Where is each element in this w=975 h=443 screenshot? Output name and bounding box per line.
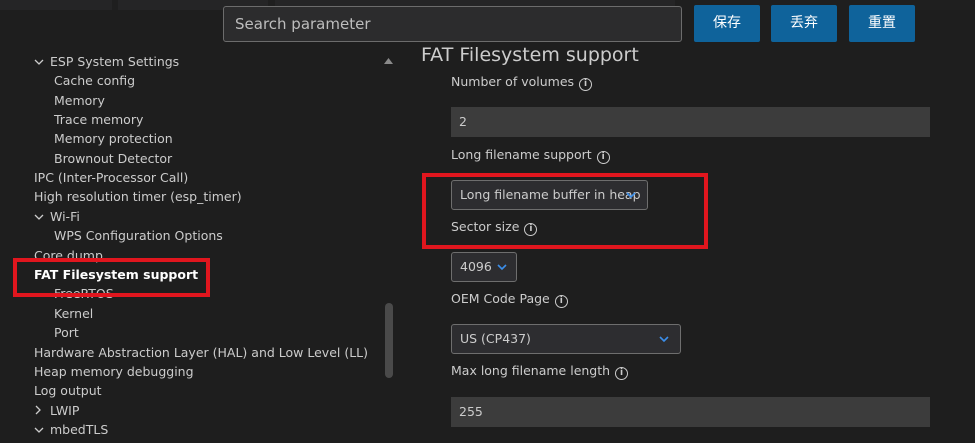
tree-item-label: Log output bbox=[34, 383, 102, 398]
chevron-down-icon bbox=[659, 336, 669, 343]
tree-item-ipc[interactable]: IPC (Inter-Processor Call) bbox=[34, 168, 188, 187]
tree-item-memory-protection[interactable]: Memory protection bbox=[54, 129, 173, 148]
info-icon[interactable]: i bbox=[554, 295, 568, 308]
tree-item-label: Memory bbox=[54, 93, 105, 108]
select-value: US (CP437) bbox=[460, 331, 531, 346]
tree-item-kernel[interactable]: Kernel bbox=[54, 304, 93, 323]
tree-item-label: FAT Filesystem support bbox=[34, 267, 199, 282]
tree-item-memory[interactable]: Memory bbox=[54, 91, 105, 110]
tree-item-esp-system-settings[interactable]: ESP System Settings bbox=[34, 52, 179, 71]
tree-item-label: Cache config bbox=[54, 73, 136, 88]
chevron-down-icon bbox=[497, 264, 507, 271]
select-value: 4096 bbox=[460, 259, 492, 274]
number-of-volumes-label: Number of volumes i bbox=[451, 73, 593, 91]
info-icon[interactable]: i bbox=[579, 78, 593, 91]
chevron-down-icon[interactable] bbox=[34, 421, 50, 440]
reset-button[interactable]: 重置 bbox=[849, 5, 915, 42]
number-of-volumes-input[interactable]: 2 bbox=[451, 107, 930, 137]
top-strip-segment bbox=[0, 0, 112, 10]
tree-item-label: LWIP bbox=[50, 403, 80, 418]
tree-item-label: Heap memory debugging bbox=[34, 364, 194, 379]
tree-item-label: High resolution timer (esp_timer) bbox=[34, 189, 242, 204]
tree-item-wifi[interactable]: Wi-Fi bbox=[34, 207, 80, 226]
tree-item-brownout-detector[interactable]: Brownout Detector bbox=[54, 149, 172, 168]
tree-item-label: Kernel bbox=[54, 306, 94, 321]
oem-code-page-label: OEM Code Page i bbox=[451, 290, 568, 308]
info-icon[interactable]: i bbox=[615, 367, 629, 380]
tree-item-label: Brownout Detector bbox=[54, 151, 173, 166]
sector-size-select[interactable]: 4096 bbox=[451, 252, 517, 282]
tree-scrollbar-thumb[interactable] bbox=[385, 303, 393, 378]
tree-item-label: ESP System Settings bbox=[50, 54, 180, 69]
tree-item-lwip[interactable]: LWIP bbox=[34, 401, 79, 420]
search-input[interactable] bbox=[223, 6, 682, 42]
tree-item-freertos[interactable]: FreeRTOS bbox=[54, 284, 114, 303]
tree-item-label: Core dump bbox=[34, 248, 103, 263]
discard-button[interactable]: 丢弃 bbox=[771, 5, 837, 42]
tree-item-wps-configuration-options[interactable]: WPS Configuration Options bbox=[54, 226, 223, 245]
tree-item-label: Hardware Abstraction Layer (HAL) and Low… bbox=[34, 345, 369, 360]
tree-item-core-dump[interactable]: Core dump bbox=[34, 246, 103, 265]
tree-item-label: IPC (Inter-Processor Call) bbox=[34, 170, 189, 185]
chevron-down-icon[interactable] bbox=[34, 53, 50, 72]
tree-item-label: Port bbox=[54, 325, 79, 340]
tree-item-label: Wi-Fi bbox=[50, 209, 80, 224]
chevron-down-icon bbox=[626, 192, 636, 199]
field-label-text: Sector size bbox=[451, 219, 520, 234]
select-value: Long filename buffer in heap bbox=[460, 187, 641, 202]
chevron-right-icon[interactable] bbox=[34, 402, 50, 421]
tree-item-fat-filesystem-support[interactable]: FAT Filesystem support bbox=[34, 265, 198, 284]
tree-item-port[interactable]: Port bbox=[54, 323, 79, 342]
tree-item-log-output[interactable]: Log output bbox=[34, 381, 102, 400]
long-filename-support-select[interactable]: Long filename buffer in heap bbox=[451, 180, 648, 210]
oem-code-page-select[interactable]: US (CP437) bbox=[451, 324, 681, 354]
save-button[interactable]: 保存 bbox=[694, 5, 760, 42]
tree-item-high-resolution-timer[interactable]: High resolution timer (esp_timer) bbox=[34, 187, 242, 206]
tree-item-label: Trace memory bbox=[54, 112, 144, 127]
tree-item-hal[interactable]: Hardware Abstraction Layer (HAL) and Low… bbox=[34, 343, 368, 362]
tree-item-label: FreeRTOS bbox=[54, 286, 114, 301]
tree-item-trace-memory[interactable]: Trace memory bbox=[54, 110, 143, 129]
scroll-up-arrow-icon[interactable] bbox=[383, 56, 394, 67]
tree-item-label: WPS Configuration Options bbox=[54, 228, 223, 243]
field-label-text: Long filename support bbox=[451, 147, 592, 162]
max-long-filename-length-label: Max long filename length i bbox=[451, 362, 629, 380]
field-label-text: OEM Code Page bbox=[451, 291, 550, 306]
max-long-filename-length-input[interactable]: 255 bbox=[451, 397, 930, 427]
section-title: FAT Filesystem support bbox=[421, 44, 639, 66]
settings-tree: ESP System Settings Cache config Memory … bbox=[0, 50, 400, 443]
field-label-text: Max long filename length bbox=[451, 363, 611, 378]
tree-item-mbedtls[interactable]: mbedTLS bbox=[34, 420, 108, 439]
tree-item-heap-memory-debugging[interactable]: Heap memory debugging bbox=[34, 362, 194, 381]
long-filename-support-label: Long filename support i bbox=[451, 146, 610, 164]
tree-item-cache-config[interactable]: Cache config bbox=[54, 71, 135, 90]
chevron-down-icon[interactable] bbox=[34, 208, 50, 227]
info-icon[interactable]: i bbox=[596, 151, 610, 164]
sector-size-label: Sector size i bbox=[451, 218, 538, 236]
info-icon[interactable]: i bbox=[524, 223, 538, 236]
field-label-text: Number of volumes bbox=[451, 74, 575, 89]
tree-item-label: Memory protection bbox=[54, 131, 173, 146]
tree-item-label: mbedTLS bbox=[50, 422, 109, 437]
